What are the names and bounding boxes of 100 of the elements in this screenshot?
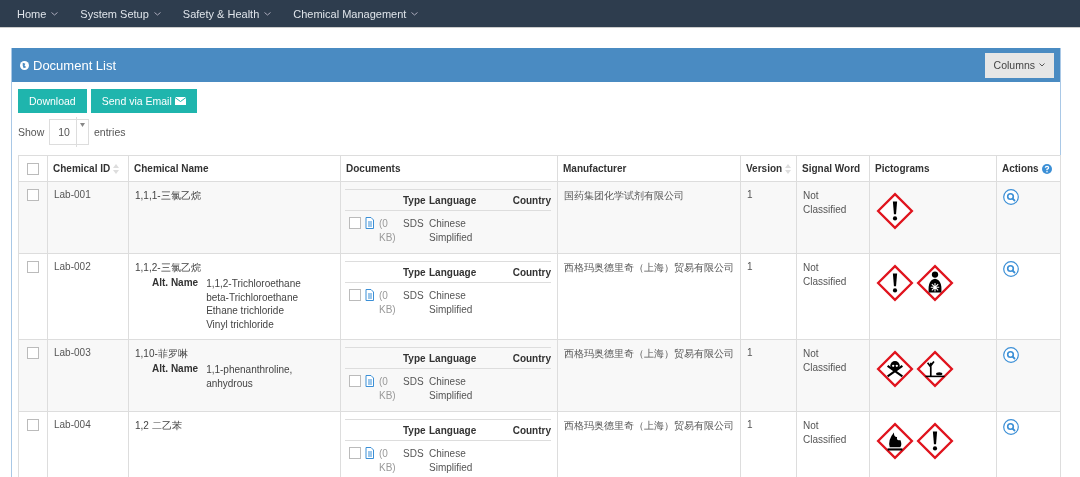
sub-column-header: Country	[512, 353, 551, 364]
document-type: SDS	[403, 218, 424, 229]
caret-icon	[79, 123, 85, 127]
document-icon	[365, 289, 375, 301]
flame-icon	[876, 422, 914, 460]
file-size: (0 KB)	[379, 217, 397, 245]
signal-word: Not Classified	[803, 261, 848, 289]
health-hazard-icon	[916, 264, 954, 302]
alt-name-label: Alt. Name	[152, 277, 199, 290]
chevron-down-icon	[411, 11, 419, 16]
help-icon	[1041, 164, 1052, 175]
sub-column-header: Language	[429, 195, 477, 206]
checkbox[interactable]	[349, 289, 361, 301]
version-number: 1	[747, 347, 753, 358]
alt-name: Vinyl trichloride	[206, 317, 275, 331]
checkbox[interactable]	[349, 375, 361, 387]
checkbox[interactable]	[27, 419, 39, 431]
column-header: Chemical Name	[128, 155, 341, 182]
chemical-name: 1,1,1-三氯乙烷	[135, 189, 202, 203]
sort-icon	[113, 164, 120, 175]
checkbox[interactable]	[27, 347, 39, 359]
column-header[interactable]: Version	[740, 155, 797, 182]
document-language: Chinese Simplified	[429, 217, 474, 245]
view-button[interactable]	[1003, 419, 1019, 435]
document-language: Chinese Simplified	[429, 375, 474, 403]
chemical-name: 1,2 二乙苯	[135, 419, 183, 433]
column-header: Actions	[996, 155, 1061, 182]
manufacturer: 西格玛奥德里奇（上海）贸易有限公司	[564, 348, 734, 359]
globe-icon	[20, 60, 29, 70]
chemical-id: Lab-003	[54, 347, 91, 358]
sub-column-header: Type	[403, 353, 426, 364]
columns-dropdown-button[interactable]: Columns	[984, 52, 1054, 78]
alt-name: 1,1-phenanthroline, anhydrous	[206, 363, 294, 390]
manufacturer: 国药集团化学试剂有限公司	[564, 190, 684, 201]
checkbox[interactable]	[27, 261, 39, 273]
column-header: Pictograms	[869, 155, 997, 182]
entries-select[interactable]: 10	[49, 119, 89, 145]
document-type: SDS	[403, 448, 424, 459]
sub-column-header: Language	[429, 353, 477, 364]
nav-menu-item[interactable]: Safety & Health	[175, 7, 279, 20]
signal-word: Not Classified	[803, 189, 848, 217]
exclamation-hazard-icon	[876, 264, 914, 302]
sort-icon	[785, 164, 792, 175]
document-language: Chinese Simplified	[429, 289, 474, 317]
sub-column-header: Type	[403, 267, 426, 278]
version-number: 1	[747, 261, 753, 272]
nav-menu-item[interactable]: Home	[10, 7, 66, 20]
alt-name-label: Alt. Name	[152, 363, 199, 376]
view-button[interactable]	[1003, 347, 1019, 363]
panel-title: Document List	[33, 57, 117, 73]
document-icon	[365, 375, 375, 387]
zoom-icon	[1003, 347, 1019, 363]
nav-menu-item[interactable]: Chemical Management	[286, 7, 426, 20]
sub-column-header: Country	[512, 267, 551, 278]
nav-menu-item[interactable]: System Setup	[73, 7, 168, 20]
exclamation-hazard-icon	[876, 192, 914, 230]
chevron-down-icon	[153, 11, 161, 16]
skull-crossbones-icon	[876, 350, 914, 388]
alt-name: Ethane trichloride	[206, 304, 285, 318]
zoom-icon	[1003, 189, 1019, 205]
chevron-down-icon	[264, 11, 272, 16]
file-size: (0 KB)	[379, 289, 397, 317]
sub-column-header: Type	[403, 425, 426, 436]
manufacturer: 西格玛奥德里奇（上海）贸易有限公司	[564, 262, 734, 273]
chemical-id: Lab-002	[54, 261, 91, 272]
signal-word: Not Classified	[803, 419, 848, 447]
column-header: Documents	[340, 155, 558, 182]
sub-column-header: Country	[512, 425, 551, 436]
chemical-id: Lab-001	[54, 189, 91, 200]
chemical-name: 1,10-菲罗啉	[135, 347, 189, 361]
zoom-icon	[1003, 419, 1019, 435]
chemical-id: Lab-004	[54, 419, 91, 430]
document-type: SDS	[403, 376, 424, 387]
document-icon	[365, 217, 375, 229]
document-type: SDS	[403, 290, 424, 301]
view-button[interactable]	[1003, 189, 1019, 205]
checkbox[interactable]	[27, 189, 39, 201]
manufacturer: 西格玛奥德里奇（上海）贸易有限公司	[564, 420, 734, 431]
checkbox[interactable]	[349, 447, 361, 459]
sub-column-header: Country	[512, 195, 551, 206]
show-label: Show	[18, 126, 45, 138]
version-number: 1	[747, 419, 753, 430]
version-number: 1	[747, 189, 753, 200]
alt-name: 1,1,2-Trichloroethane	[206, 277, 301, 291]
checkbox[interactable]	[349, 217, 361, 229]
file-size: (0 KB)	[379, 375, 397, 403]
exclamation-hazard-icon	[916, 422, 954, 460]
column-header: Signal Word	[796, 155, 870, 182]
view-button[interactable]	[1003, 261, 1019, 277]
dead-tree-fish-icon	[916, 350, 954, 388]
column-header: Manufacturer	[557, 155, 741, 182]
envelope-icon	[174, 97, 186, 105]
entries-label: entries	[93, 126, 126, 138]
file-size: (0 KB)	[379, 447, 397, 475]
checkbox[interactable]	[27, 162, 39, 175]
document-icon	[365, 447, 375, 459]
sub-column-header: Language	[429, 267, 477, 278]
column-header[interactable]: Chemical ID	[47, 155, 129, 182]
chemical-name: 1,1,2-三氯乙烷	[135, 261, 202, 275]
alt-name: beta-Trichloroethane	[206, 290, 300, 304]
